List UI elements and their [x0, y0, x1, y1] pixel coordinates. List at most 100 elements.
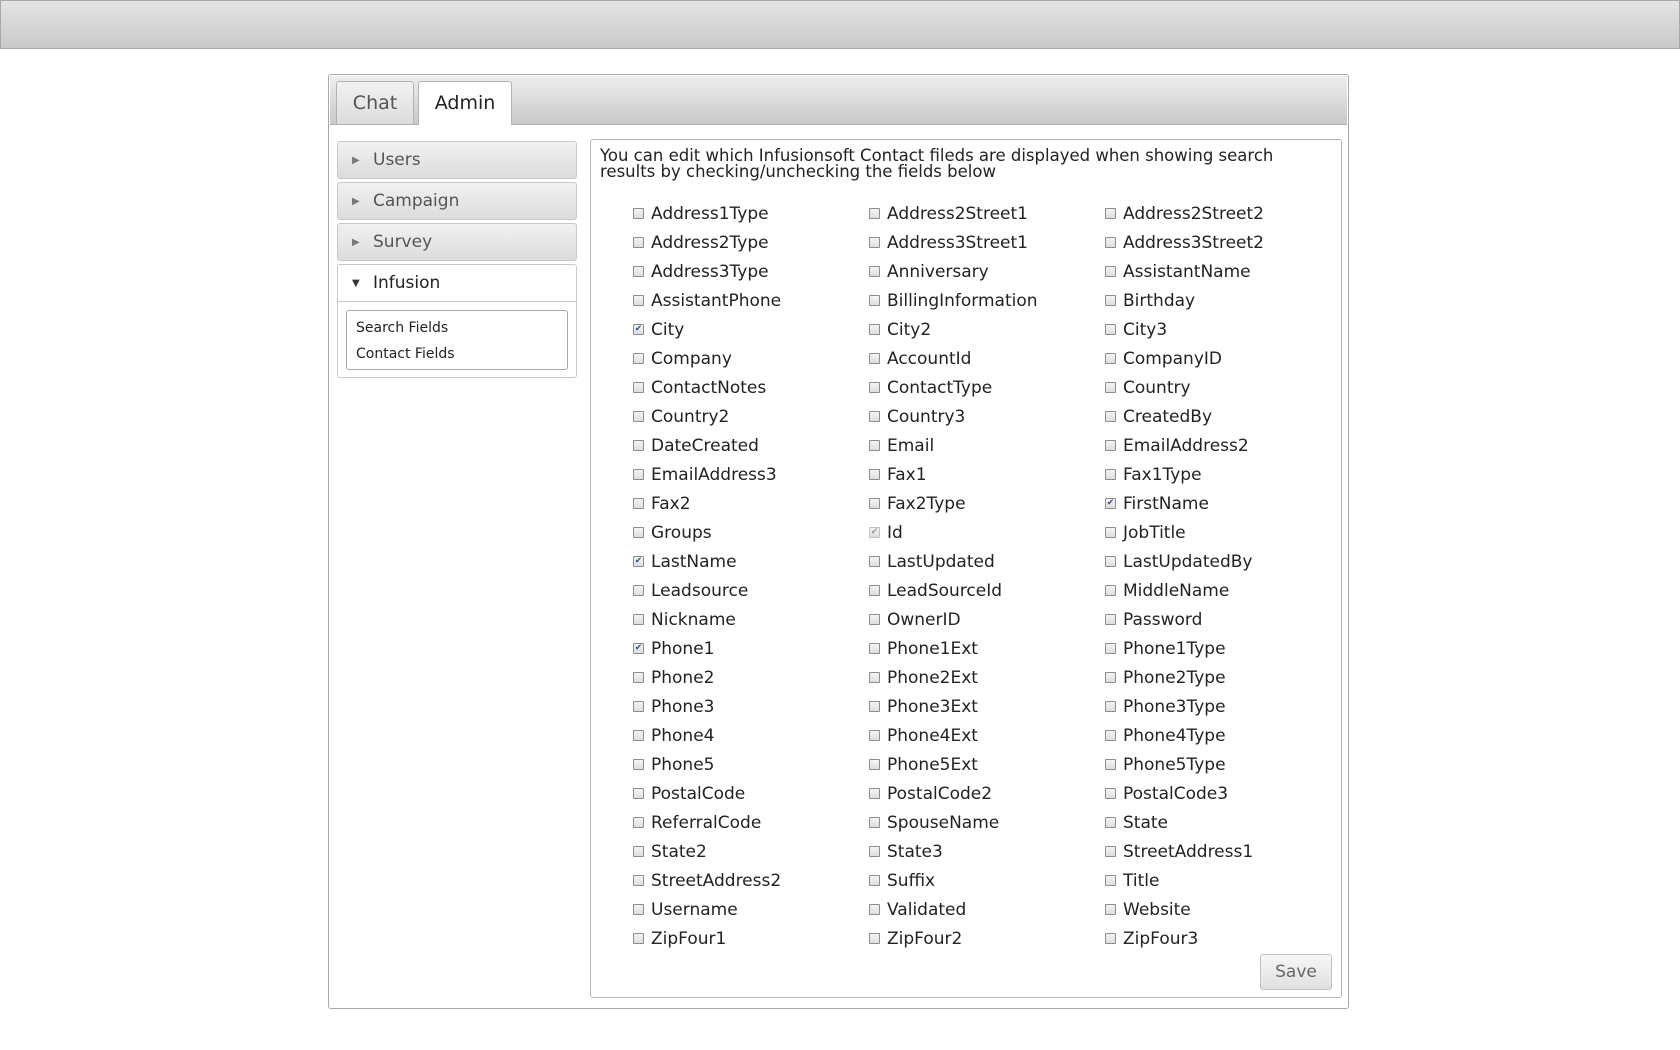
field-checkbox-item[interactable]: Password: [1105, 605, 1202, 634]
field-checkbox-item[interactable]: Phone1Type: [1105, 634, 1226, 663]
field-checkbox-item[interactable]: Nickname: [633, 605, 736, 634]
field-checkbox-item[interactable]: PostalCode2: [869, 779, 992, 808]
field-checkbox-item[interactable]: AssistantName: [1105, 257, 1251, 286]
field-checkbox[interactable]: [633, 527, 644, 538]
field-checkbox-item[interactable]: Address2Street2: [1105, 199, 1264, 228]
field-checkbox[interactable]: [633, 440, 644, 451]
field-checkbox-item[interactable]: StreetAddress2: [633, 866, 781, 895]
field-checkbox-item[interactable]: State: [1105, 808, 1168, 837]
field-checkbox[interactable]: [633, 846, 644, 857]
field-checkbox[interactable]: [633, 295, 644, 306]
field-checkbox[interactable]: [869, 846, 880, 857]
field-checkbox[interactable]: [869, 237, 880, 248]
field-checkbox-item[interactable]: ZipFour3: [1105, 924, 1198, 953]
field-checkbox-item[interactable]: Fax2: [633, 489, 691, 518]
field-checkbox[interactable]: [869, 933, 880, 944]
field-checkbox[interactable]: [633, 614, 644, 625]
field-checkbox[interactable]: [633, 643, 644, 654]
field-checkbox-item[interactable]: Address3Street2: [1105, 228, 1264, 257]
field-checkbox[interactable]: [869, 498, 880, 509]
field-checkbox[interactable]: [1105, 701, 1116, 712]
field-checkbox-item[interactable]: Address3Type: [633, 257, 769, 286]
field-checkbox-item[interactable]: PostalCode3: [1105, 779, 1228, 808]
field-checkbox[interactable]: [633, 469, 644, 480]
field-checkbox-item[interactable]: Groups: [633, 518, 712, 547]
field-checkbox[interactable]: [869, 411, 880, 422]
field-checkbox-item[interactable]: Phone3Ext: [869, 692, 978, 721]
accordion-campaign[interactable]: ▶ Campaign: [337, 182, 577, 220]
field-checkbox-item[interactable]: ZipFour2: [869, 924, 962, 953]
field-checkbox-item[interactable]: Country: [1105, 373, 1191, 402]
field-checkbox-item[interactable]: Title: [1105, 866, 1159, 895]
field-checkbox[interactable]: [1105, 585, 1116, 596]
field-checkbox[interactable]: [633, 266, 644, 277]
field-checkbox[interactable]: [869, 266, 880, 277]
field-checkbox-item[interactable]: Phone2Type: [1105, 663, 1226, 692]
field-checkbox[interactable]: [869, 759, 880, 770]
field-checkbox[interactable]: [869, 904, 880, 915]
field-checkbox[interactable]: [1105, 266, 1116, 277]
field-checkbox[interactable]: [633, 324, 644, 335]
field-checkbox[interactable]: [1105, 672, 1116, 683]
field-checkbox[interactable]: [869, 469, 880, 480]
field-checkbox[interactable]: [1105, 295, 1116, 306]
field-checkbox-item[interactable]: FirstName: [1105, 489, 1209, 518]
field-checkbox[interactable]: [869, 730, 880, 741]
save-button[interactable]: Save: [1260, 954, 1332, 990]
field-checkbox[interactable]: [869, 875, 880, 886]
field-checkbox-item[interactable]: Phone1Ext: [869, 634, 978, 663]
tab-chat[interactable]: Chat: [336, 81, 414, 124]
submenu-item-search-fields[interactable]: Search Fields: [347, 315, 567, 341]
field-checkbox-item[interactable]: Phone4Ext: [869, 721, 978, 750]
field-checkbox-item[interactable]: Birthday: [1105, 286, 1195, 315]
field-checkbox-item[interactable]: LastName: [633, 547, 737, 576]
field-checkbox-item[interactable]: AccountId: [869, 344, 971, 373]
field-checkbox-item[interactable]: PostalCode: [633, 779, 745, 808]
field-checkbox[interactable]: [633, 556, 644, 567]
field-checkbox[interactable]: [633, 208, 644, 219]
field-checkbox-item[interactable]: DateCreated: [633, 431, 759, 460]
submenu-item-contact-fields[interactable]: Contact Fields: [347, 341, 567, 367]
field-checkbox[interactable]: [633, 672, 644, 683]
field-checkbox[interactable]: [1105, 469, 1116, 480]
field-checkbox-item[interactable]: StreetAddress1: [1105, 837, 1253, 866]
field-checkbox-item[interactable]: Website: [1105, 895, 1191, 924]
field-checkbox-item[interactable]: Phone5Type: [1105, 750, 1226, 779]
field-checkbox[interactable]: [1105, 237, 1116, 248]
field-checkbox[interactable]: [1105, 498, 1116, 509]
field-checkbox-item[interactable]: LastUpdatedBy: [1105, 547, 1253, 576]
field-checkbox-item[interactable]: State3: [869, 837, 943, 866]
field-checkbox[interactable]: [1105, 846, 1116, 857]
accordion-users[interactable]: ▶ Users: [337, 141, 577, 179]
field-checkbox-item[interactable]: Id: [869, 518, 903, 547]
field-checkbox-item[interactable]: Fax1Type: [1105, 460, 1202, 489]
field-checkbox-item[interactable]: JobTitle: [1105, 518, 1186, 547]
field-checkbox-item[interactable]: Username: [633, 895, 738, 924]
field-checkbox-item[interactable]: Phone2: [633, 663, 714, 692]
field-checkbox-item[interactable]: CreatedBy: [1105, 402, 1212, 431]
field-checkbox[interactable]: [1105, 875, 1116, 886]
field-checkbox[interactable]: [869, 585, 880, 596]
field-checkbox[interactable]: [633, 701, 644, 712]
field-checkbox[interactable]: [869, 614, 880, 625]
field-checkbox[interactable]: [1105, 556, 1116, 567]
field-checkbox-item[interactable]: Fax1: [869, 460, 927, 489]
field-checkbox[interactable]: [633, 788, 644, 799]
field-checkbox-item[interactable]: City3: [1105, 315, 1167, 344]
field-checkbox[interactable]: [1105, 817, 1116, 828]
field-checkbox-item[interactable]: Address3Street1: [869, 228, 1028, 257]
field-checkbox-item[interactable]: EmailAddress2: [1105, 431, 1249, 460]
field-checkbox[interactable]: [633, 353, 644, 364]
field-checkbox[interactable]: [869, 208, 880, 219]
field-checkbox-item[interactable]: Phone5Ext: [869, 750, 978, 779]
field-checkbox[interactable]: [633, 411, 644, 422]
accordion-survey[interactable]: ▶ Survey: [337, 223, 577, 261]
field-checkbox-item[interactable]: Country2: [633, 402, 729, 431]
field-checkbox[interactable]: [1105, 730, 1116, 741]
field-checkbox-item[interactable]: Suffix: [869, 866, 935, 895]
field-checkbox[interactable]: [633, 933, 644, 944]
field-checkbox-item[interactable]: MiddleName: [1105, 576, 1229, 605]
field-checkbox[interactable]: [1105, 614, 1116, 625]
field-checkbox[interactable]: [869, 556, 880, 567]
field-checkbox-item[interactable]: Company: [633, 344, 732, 373]
